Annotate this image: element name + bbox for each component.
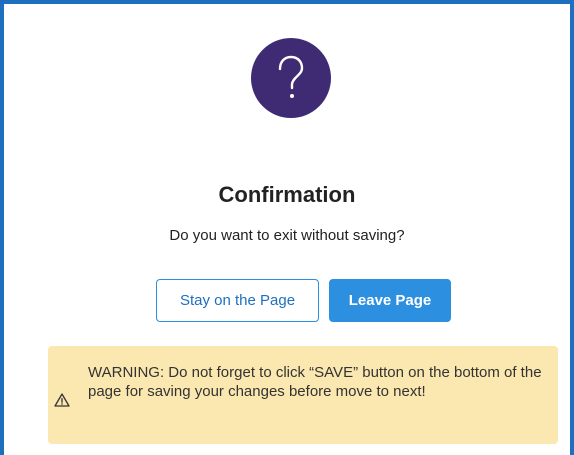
warning-banner: WARNING: Do not forget to click “SAVE” b… — [48, 346, 558, 444]
dialog-title: Confirmation — [218, 182, 356, 207]
dialog-message: Do you want to exit without saving? — [169, 227, 405, 244]
confirmation-dialog: Confirmation Do you want to exit without… — [0, 0, 574, 455]
leave-page-button[interactable]: Leave Page — [329, 279, 451, 322]
stay-on-page-button[interactable]: Stay on the Page — [156, 279, 319, 322]
warning-triangle-icon — [54, 392, 70, 408]
warning-triangle-icon — [11, 386, 27, 402]
question-mark-icon — [251, 38, 331, 118]
warning-text: WARNING: Do not forget to click “SAVE” b… — [88, 364, 542, 400]
